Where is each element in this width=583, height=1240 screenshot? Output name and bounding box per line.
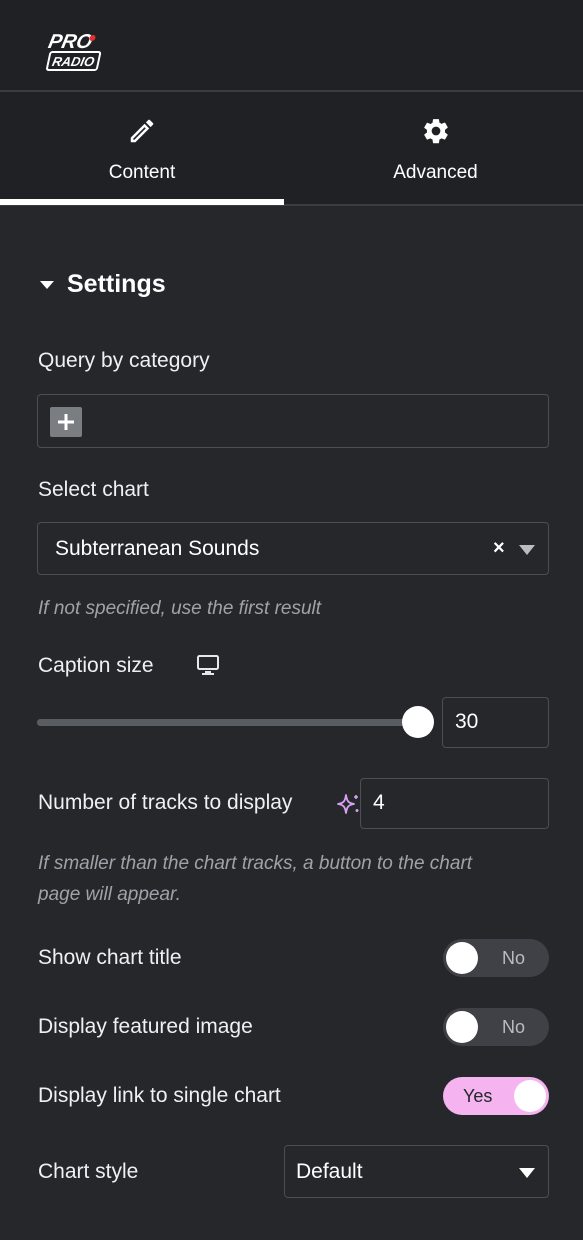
tracks-hint-line2: page will appear. bbox=[38, 884, 181, 905]
display-link-toggle[interactable]: Yes bbox=[443, 1077, 549, 1115]
display-link-state: Yes bbox=[463, 1086, 493, 1106]
caption-size-slider-track[interactable] bbox=[37, 719, 419, 726]
toggle-knob bbox=[446, 1011, 478, 1043]
desktop-icon[interactable] bbox=[197, 655, 219, 675]
toggle-knob bbox=[514, 1080, 546, 1112]
top-bar: PRO RADIO bbox=[0, 0, 583, 92]
category-query-field[interactable] bbox=[37, 394, 549, 448]
show-chart-title-toggle[interactable]: No bbox=[443, 939, 549, 977]
section-title: Settings bbox=[67, 270, 166, 298]
pro-radio-logo: PRO RADIO bbox=[46, 31, 102, 71]
display-link-label: Display link to single chart bbox=[38, 1084, 281, 1107]
tracks-hint-line1: If smaller than the chart tracks, a butt… bbox=[38, 853, 473, 874]
caption-size-value: 30 bbox=[455, 710, 479, 733]
settings-section-toggle[interactable]: Settings bbox=[40, 270, 166, 299]
select-chart-hint: If not specified, use the first result bbox=[38, 598, 322, 619]
chevron-down-icon bbox=[519, 1168, 535, 1178]
editor-panel: PRO RADIO Content Advanced Settings Quer… bbox=[0, 0, 583, 1240]
tracks-label: Number of tracks to display bbox=[38, 791, 293, 814]
gear-icon bbox=[423, 119, 448, 144]
caption-size-slider-handle[interactable] bbox=[402, 706, 434, 738]
show-chart-title-state: No bbox=[501, 948, 525, 968]
display-featured-image-label: Display featured image bbox=[38, 1015, 253, 1038]
tab-content-label: Content bbox=[108, 162, 176, 183]
tracks-count-input[interactable]: 4 bbox=[360, 778, 549, 829]
toggle-knob bbox=[446, 942, 478, 974]
query-label: Query by category bbox=[38, 349, 210, 372]
tracks-count-value: 4 bbox=[373, 791, 385, 814]
tab-content[interactable]: Content bbox=[0, 92, 284, 204]
caret-down-icon bbox=[40, 280, 54, 289]
clear-selection-icon[interactable]: × bbox=[493, 537, 505, 559]
add-category-button[interactable] bbox=[50, 407, 82, 437]
active-tab-indicator bbox=[0, 199, 284, 205]
logo-text-pro: PRO bbox=[46, 31, 94, 53]
chart-select[interactable]: Subterranean Sounds × bbox=[37, 522, 549, 575]
sparkle-icon[interactable] bbox=[336, 792, 362, 818]
chart-select-value: Subterranean Sounds bbox=[55, 537, 260, 560]
select-chart-label: Select chart bbox=[38, 478, 149, 501]
chevron-down-icon[interactable] bbox=[519, 545, 535, 555]
display-featured-image-toggle[interactable]: No bbox=[443, 1008, 549, 1046]
panel-tabs: Content Advanced bbox=[0, 92, 583, 206]
caption-size-label: Caption size bbox=[38, 654, 154, 677]
caption-size-input[interactable]: 30 bbox=[442, 697, 549, 748]
display-featured-image-state: No bbox=[501, 1017, 525, 1037]
plus-icon bbox=[58, 414, 74, 430]
tab-advanced[interactable]: Advanced bbox=[288, 92, 583, 204]
show-chart-title-label: Show chart title bbox=[38, 946, 182, 969]
chart-style-label: Chart style bbox=[38, 1160, 139, 1183]
caption-size-slider-fill bbox=[37, 719, 419, 726]
chart-style-value: Default bbox=[296, 1160, 363, 1183]
tab-advanced-label: Advanced bbox=[393, 162, 478, 183]
chart-style-select[interactable]: Default bbox=[284, 1145, 549, 1198]
logo-text-radio: RADIO bbox=[51, 54, 96, 69]
pencil-icon bbox=[130, 119, 154, 143]
